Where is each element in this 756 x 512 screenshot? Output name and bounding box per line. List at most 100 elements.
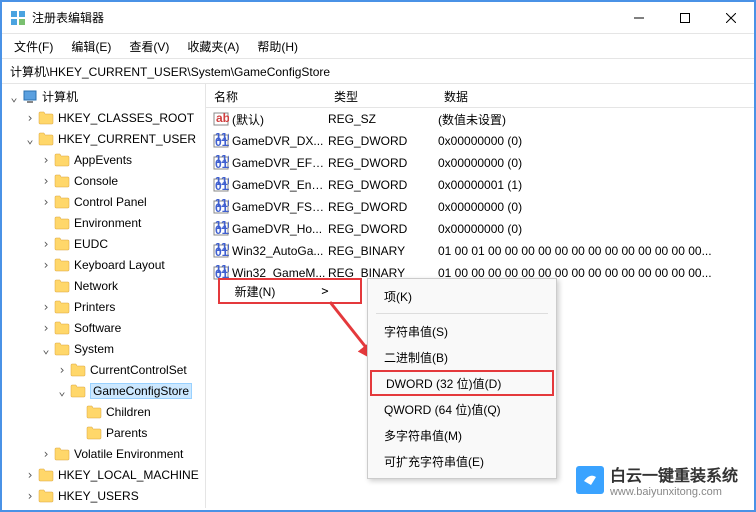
tree-label: Printers (74, 300, 115, 314)
tree-item[interactable]: ›CurrentControlSet (2, 359, 205, 380)
folder-icon (54, 237, 70, 251)
list-row[interactable]: Win32_AutoGa...REG_BINARY01 00 01 00 00 … (206, 240, 754, 262)
value-icon (212, 133, 230, 149)
list-row[interactable]: GameDVR_DX...REG_DWORD0x00000000 (0) (206, 130, 754, 152)
tree-item[interactable]: › AppEvents (2, 149, 205, 170)
tree-item[interactable]: ⌄HKEY_CURRENT_USER (2, 128, 205, 149)
folder-icon (54, 279, 70, 293)
expand-icon[interactable]: ⌄ (6, 90, 22, 104)
submenu-key[interactable]: 项(K) (368, 283, 556, 309)
address-input[interactable] (8, 62, 748, 80)
tree-item[interactable]: ›HKEY_CLASSES_ROOT (2, 107, 205, 128)
context-submenu: 项(K) 字符串值(S) 二进制值(B) DWORD (32 位)值(D) QW… (367, 278, 557, 479)
address-bar (2, 58, 754, 84)
close-button[interactable] (708, 2, 754, 34)
expand-icon[interactable]: › (22, 489, 38, 503)
tree-item[interactable]: ›Software (2, 317, 205, 338)
expand-icon[interactable]: › (38, 195, 54, 209)
tree-item[interactable]: Environment (2, 212, 205, 233)
tree-item[interactable]: ›Volatile Environment (2, 443, 205, 464)
expand-icon[interactable]: ⌄ (54, 384, 70, 398)
column-type[interactable]: 类型 (326, 84, 436, 107)
value-type: REG_BINARY (328, 244, 438, 258)
list-header: 名称 类型 数据 (206, 84, 754, 108)
watermark-url: www.baiyunxitong.com (610, 486, 738, 498)
tree-root[interactable]: ⌄ 计算机 (2, 86, 205, 107)
tree-label: Parents (106, 426, 147, 440)
folder-icon (70, 384, 86, 398)
folder-icon (38, 132, 54, 146)
value-data: 0x00000000 (0) (438, 200, 754, 214)
folder-icon (54, 195, 70, 209)
minimize-button[interactable] (616, 2, 662, 34)
menubar: 文件(F) 编辑(E) 查看(V) 收藏夹(A) 帮助(H) (2, 34, 754, 58)
expand-icon[interactable]: ⌄ (38, 342, 54, 356)
tree-label: HKEY_LOCAL_MACHINE (58, 468, 199, 482)
tree-item[interactable]: Parents (2, 422, 205, 443)
expand-icon[interactable]: › (22, 111, 38, 125)
submenu-dword32[interactable]: DWORD (32 位)值(D) (370, 370, 554, 396)
value-name: GameDVR_DX... (232, 134, 328, 148)
tree-item[interactable]: Network (2, 275, 205, 296)
submenu-qword64[interactable]: QWORD (64 位)值(Q) (368, 396, 556, 422)
folder-icon (38, 111, 54, 125)
value-icon (212, 111, 230, 127)
menu-help[interactable]: 帮助(H) (249, 36, 306, 57)
submenu-string[interactable]: 字符串值(S) (368, 318, 556, 344)
expand-icon[interactable]: › (38, 258, 54, 272)
expand-icon[interactable]: › (38, 237, 54, 251)
tree-item[interactable]: ⌄ GameConfigStore (2, 380, 205, 401)
tree-item[interactable]: ›Keyboard Layout (2, 254, 205, 275)
value-type: REG_DWORD (328, 222, 438, 236)
expand-icon[interactable]: › (38, 153, 54, 167)
tree-item[interactable]: › HKEY_LOCAL_MACHINE (2, 464, 205, 485)
tree-label: 计算机 (42, 88, 78, 105)
menu-favorites[interactable]: 收藏夹(A) (179, 36, 247, 57)
expand-icon[interactable]: › (54, 363, 70, 377)
tree-item[interactable]: ›HKEY_CURRENT_CONFIG (2, 506, 205, 508)
value-name: GameDVR_FSE... (232, 200, 328, 214)
value-data: 0x00000001 (1) (438, 178, 754, 192)
expand-icon[interactable]: › (38, 300, 54, 314)
column-data[interactable]: 数据 (436, 84, 754, 107)
list-row[interactable]: (默认)REG_SZ(数值未设置) (206, 108, 754, 130)
tree-item[interactable]: ›EUDC (2, 233, 205, 254)
tree-label: Network (74, 279, 118, 293)
tree-item[interactable]: ›Control Panel (2, 191, 205, 212)
value-name: Win32_AutoGa... (232, 244, 328, 258)
expand-icon[interactable]: › (38, 447, 54, 461)
column-name[interactable]: 名称 (206, 84, 326, 107)
tree-item[interactable]: › Printers (2, 296, 205, 317)
list-row[interactable]: GameDVR_Ho...REG_DWORD0x00000000 (0) (206, 218, 754, 240)
list-row[interactable]: GameDVR_Ena...REG_DWORD0x00000001 (1) (206, 174, 754, 196)
menu-file[interactable]: 文件(F) (6, 36, 61, 57)
tree-item[interactable]: ›HKEY_USERS (2, 485, 205, 506)
list-row[interactable]: GameDVR_FSE...REG_DWORD0x00000000 (0) (206, 196, 754, 218)
menu-edit[interactable]: 编辑(E) (63, 36, 119, 57)
value-icon (212, 155, 230, 171)
submenu-multistring[interactable]: 多字符串值(M) (368, 422, 556, 448)
value-data: 0x00000000 (0) (438, 134, 754, 148)
tree-label: AppEvents (74, 153, 132, 167)
tree-label: GameConfigStore (90, 383, 192, 399)
value-data: 0x00000000 (0) (438, 156, 754, 170)
submenu-expandstring[interactable]: 可扩充字符串值(E) (368, 448, 556, 474)
value-icon (212, 177, 230, 193)
submenu-binary[interactable]: 二进制值(B) (368, 344, 556, 370)
expand-icon[interactable]: › (22, 468, 38, 482)
folder-icon (54, 216, 70, 230)
computer-icon (22, 89, 38, 105)
expand-icon[interactable]: ⌄ (22, 132, 38, 146)
titlebar: 注册表编辑器 (2, 2, 754, 34)
list-row[interactable]: GameDVR_EFS...REG_DWORD0x00000000 (0) (206, 152, 754, 174)
tree-item[interactable]: ⌄System (2, 338, 205, 359)
menu-view[interactable]: 查看(V) (121, 36, 177, 57)
expand-icon[interactable]: › (38, 174, 54, 188)
tree-item[interactable]: Children (2, 401, 205, 422)
value-name: (默认) (232, 111, 328, 128)
context-menu-new[interactable]: 新建(N) > (218, 278, 362, 304)
tree-view[interactable]: ⌄ 计算机 ›HKEY_CLASSES_ROOT⌄HKEY_CURRENT_US… (2, 84, 206, 508)
expand-icon[interactable]: › (38, 321, 54, 335)
maximize-button[interactable] (662, 2, 708, 34)
tree-item[interactable]: ›Console (2, 170, 205, 191)
